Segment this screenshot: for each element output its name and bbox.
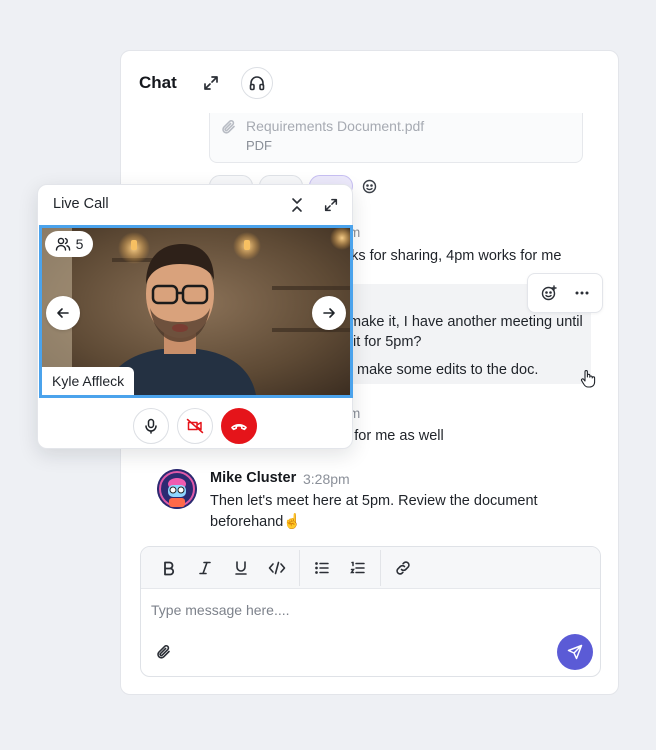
numbered-list-icon[interactable]	[340, 552, 376, 584]
send-button[interactable]	[557, 634, 593, 670]
camera-toggle-button[interactable]	[177, 408, 213, 444]
next-button[interactable]	[312, 296, 346, 330]
headphones-icon[interactable]	[240, 67, 273, 99]
expand-icon[interactable]	[319, 193, 343, 217]
call-title: Live Call	[53, 196, 109, 212]
underline-icon[interactable]	[223, 552, 259, 584]
call-controls	[133, 408, 257, 444]
chat-title: Chat	[139, 73, 177, 92]
message-text: k for me as well	[343, 428, 444, 444]
message-text: Then let's meet here at 5pm. Review the …	[210, 493, 538, 509]
avatar	[157, 469, 197, 509]
code-icon[interactable]	[259, 552, 295, 584]
message-text: make it, I have another meeting until	[349, 314, 583, 330]
message-text: nks for sharing, 4pm works for me	[343, 248, 562, 264]
hand-cursor-icon	[579, 369, 597, 394]
emoji-add-icon[interactable]	[540, 284, 558, 302]
arrow-left-icon	[57, 308, 69, 318]
video-feed: 5 Kyle Affleck	[39, 225, 353, 398]
attachment-file-type: PDF	[246, 138, 272, 153]
file-attachment[interactable]: Requirements Document.pdf PDF	[209, 113, 583, 163]
users-icon	[55, 237, 70, 251]
live-call-panel: Live Call 5 Kyle Affleck	[37, 184, 353, 449]
mic-button[interactable]	[133, 408, 169, 444]
attachment-file-name: Requirements Document.pdf	[246, 118, 425, 134]
message-input[interactable]	[151, 602, 571, 618]
arrow-right-icon	[323, 308, 335, 318]
paperclip-icon	[220, 118, 238, 141]
format-toolbar	[141, 547, 600, 589]
paperclip-icon[interactable]	[155, 643, 173, 666]
sender-name: Mike Cluster	[210, 470, 297, 486]
more-icon[interactable]	[573, 284, 591, 302]
message-composer	[140, 546, 601, 677]
toolbar-divider	[380, 549, 381, 586]
speaker-name: Kyle Affleck	[42, 367, 135, 395]
message-text: it for 5pm?	[353, 334, 422, 350]
video-off-icon	[186, 418, 204, 434]
chat-header: Chat	[139, 67, 273, 99]
message-text: beforehand☝️	[210, 514, 302, 530]
participant-count-value: 5	[75, 236, 84, 252]
message-actions	[527, 273, 603, 313]
expand-icon[interactable]	[195, 67, 227, 99]
message-time: 3:28pm	[303, 471, 350, 487]
bold-icon[interactable]	[151, 552, 187, 584]
send-icon	[567, 644, 583, 660]
participant-count: 5	[45, 231, 93, 257]
message-text: make some edits to the doc.	[357, 362, 539, 378]
phone-end-icon	[231, 424, 247, 431]
collapse-icon[interactable]	[285, 193, 309, 217]
italic-icon[interactable]	[187, 552, 223, 584]
emoji-add-icon[interactable]	[359, 175, 381, 197]
mic-icon	[145, 418, 157, 434]
previous-button[interactable]	[46, 296, 80, 330]
bullet-list-icon[interactable]	[304, 552, 340, 584]
link-icon[interactable]	[385, 552, 421, 584]
toolbar-divider	[299, 549, 300, 586]
end-call-button[interactable]	[221, 408, 257, 444]
